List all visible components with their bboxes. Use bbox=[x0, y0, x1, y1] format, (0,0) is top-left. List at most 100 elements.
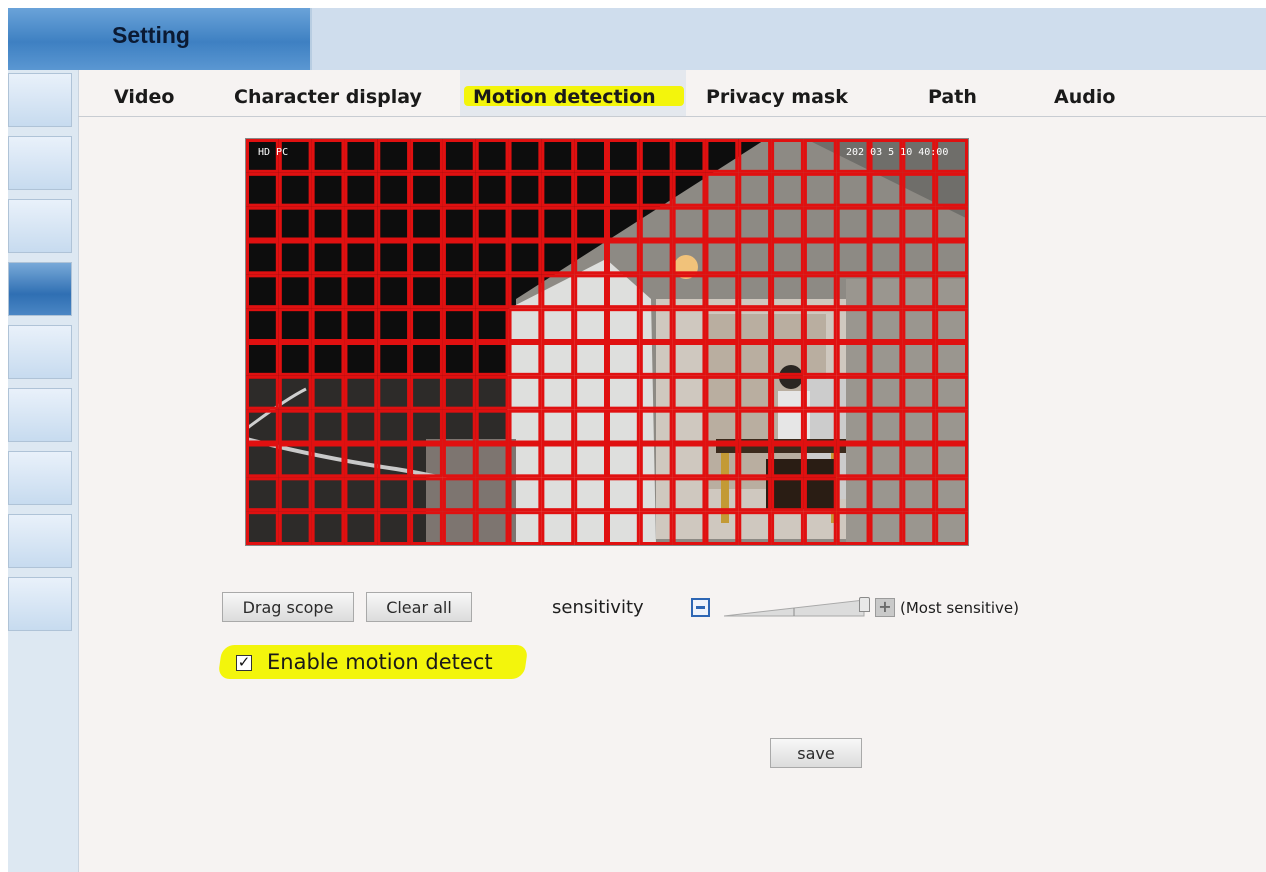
grid-cell[interactable] bbox=[738, 172, 772, 207]
grid-cell[interactable] bbox=[410, 139, 443, 173]
grid-cell[interactable] bbox=[311, 342, 345, 376]
grid-cell[interactable] bbox=[442, 240, 476, 275]
enable-motion-label[interactable]: Enable motion detect bbox=[267, 650, 493, 674]
grid-cell[interactable] bbox=[246, 308, 279, 343]
tab-motion-detection[interactable]: Motion detection bbox=[473, 70, 656, 116]
grid-cell[interactable] bbox=[475, 172, 509, 207]
grid-cell[interactable] bbox=[377, 240, 411, 275]
grid-cell[interactable] bbox=[475, 308, 509, 343]
grid-cell[interactable] bbox=[475, 342, 509, 376]
grid-cell[interactable] bbox=[639, 443, 673, 478]
grid-cell[interactable] bbox=[541, 342, 575, 376]
tab-audio[interactable]: Audio bbox=[1054, 70, 1115, 116]
grid-cell[interactable] bbox=[803, 240, 837, 275]
grid-cell[interactable] bbox=[935, 409, 968, 444]
grid-cell[interactable] bbox=[246, 172, 279, 207]
grid-cell[interactable] bbox=[442, 139, 476, 173]
grid-cell[interactable] bbox=[508, 139, 542, 173]
grid-cell[interactable] bbox=[442, 409, 476, 444]
grid-cell[interactable] bbox=[246, 477, 279, 512]
grid-cell[interactable] bbox=[607, 409, 640, 444]
grid-cell[interactable] bbox=[771, 342, 804, 376]
grid-cell[interactable] bbox=[902, 375, 936, 410]
grid-cell[interactable] bbox=[771, 240, 804, 275]
grid-cell[interactable] bbox=[607, 375, 640, 410]
grid-cell[interactable] bbox=[344, 375, 378, 410]
grid-cell[interactable] bbox=[410, 206, 443, 241]
grid-cell[interactable] bbox=[278, 342, 312, 376]
clear-all-button[interactable]: Clear all bbox=[366, 592, 472, 622]
grid-cell[interactable] bbox=[705, 206, 739, 241]
sidebar-item-9[interactable] bbox=[8, 577, 72, 631]
grid-cell[interactable] bbox=[377, 172, 411, 207]
grid-cell[interactable] bbox=[771, 409, 804, 444]
grid-cell[interactable] bbox=[574, 443, 608, 478]
grid-cell[interactable] bbox=[377, 139, 411, 173]
grid-cell[interactable] bbox=[771, 274, 804, 309]
grid-cell[interactable] bbox=[541, 443, 575, 478]
grid-cell[interactable] bbox=[672, 240, 706, 275]
grid-cell[interactable] bbox=[902, 206, 936, 241]
grid-cell[interactable] bbox=[639, 206, 673, 241]
grid-cell[interactable] bbox=[738, 511, 772, 545]
grid-cell[interactable] bbox=[508, 206, 542, 241]
minus-icon[interactable] bbox=[691, 598, 710, 617]
grid-cell[interactable] bbox=[377, 511, 411, 545]
sidebar-item-8[interactable] bbox=[8, 514, 72, 568]
grid-cell[interactable] bbox=[278, 308, 312, 343]
grid-cell[interactable] bbox=[246, 443, 279, 478]
grid-cell[interactable] bbox=[672, 206, 706, 241]
grid-cell[interactable] bbox=[836, 172, 870, 207]
grid-cell[interactable] bbox=[639, 139, 673, 173]
grid-cell[interactable] bbox=[803, 274, 837, 309]
grid-cell[interactable] bbox=[771, 375, 804, 410]
grid-cell[interactable] bbox=[607, 172, 640, 207]
grid-cell[interactable] bbox=[639, 477, 673, 512]
grid-cell[interactable] bbox=[442, 172, 476, 207]
plus-icon[interactable]: + bbox=[875, 598, 895, 617]
grid-cell[interactable] bbox=[869, 375, 903, 410]
grid-cell[interactable] bbox=[278, 375, 312, 410]
grid-cell[interactable] bbox=[639, 375, 673, 410]
grid-cell[interactable] bbox=[508, 172, 542, 207]
grid-cell[interactable] bbox=[278, 477, 312, 512]
grid-cell[interactable] bbox=[541, 274, 575, 309]
grid-cell[interactable] bbox=[607, 477, 640, 512]
grid-cell[interactable] bbox=[508, 342, 542, 376]
grid-cell[interactable] bbox=[344, 274, 378, 309]
grid-cell[interactable] bbox=[639, 409, 673, 444]
grid-cell[interactable] bbox=[836, 240, 870, 275]
tab-video[interactable]: Video bbox=[114, 70, 174, 116]
grid-cell[interactable] bbox=[344, 342, 378, 376]
grid-cell[interactable] bbox=[935, 206, 968, 241]
sidebar-item-4-active[interactable] bbox=[8, 262, 72, 316]
grid-cell[interactable] bbox=[705, 172, 739, 207]
grid-cell[interactable] bbox=[344, 139, 378, 173]
grid-cell[interactable] bbox=[410, 308, 443, 343]
grid-cell[interactable] bbox=[771, 139, 804, 173]
grid-cell[interactable] bbox=[311, 308, 345, 343]
grid-cell[interactable] bbox=[935, 308, 968, 343]
grid-cell[interactable] bbox=[475, 206, 509, 241]
grid-cell[interactable] bbox=[278, 274, 312, 309]
grid-cell[interactable] bbox=[902, 443, 936, 478]
grid-cell[interactable] bbox=[377, 274, 411, 309]
grid-cell[interactable] bbox=[607, 342, 640, 376]
drag-scope-button[interactable]: Drag scope bbox=[222, 592, 354, 622]
grid-cell[interactable] bbox=[377, 443, 411, 478]
grid-cell[interactable] bbox=[246, 206, 279, 241]
grid-cell[interactable] bbox=[410, 443, 443, 478]
tab-character-display[interactable]: Character display bbox=[234, 70, 422, 116]
grid-cell[interactable] bbox=[869, 511, 903, 545]
grid-cell[interactable] bbox=[771, 206, 804, 241]
grid-cell[interactable] bbox=[410, 240, 443, 275]
grid-cell[interactable] bbox=[935, 375, 968, 410]
grid-cell[interactable] bbox=[869, 308, 903, 343]
grid-cell[interactable] bbox=[869, 477, 903, 512]
grid-cell[interactable] bbox=[344, 240, 378, 275]
grid-cell[interactable] bbox=[541, 139, 575, 173]
grid-cell[interactable] bbox=[246, 409, 279, 444]
grid-cell[interactable] bbox=[344, 477, 378, 512]
grid-cell[interactable] bbox=[836, 342, 870, 376]
grid-cell[interactable] bbox=[410, 511, 443, 545]
